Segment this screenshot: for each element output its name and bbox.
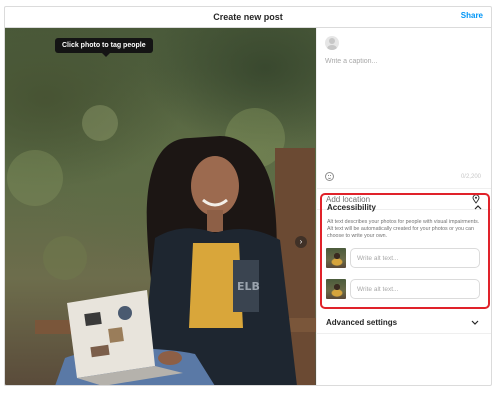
- accessibility-description: Alt text describes your photos for peopl…: [327, 219, 480, 239]
- modal-body: ELB Click photo to tag people › 0/2,20: [5, 28, 491, 385]
- emoji-icon[interactable]: [325, 172, 334, 181]
- post-photo[interactable]: ELB Click photo to tag people ›: [5, 28, 316, 385]
- alt-text-row: [326, 278, 480, 300]
- alt-text-input[interactable]: [350, 279, 480, 299]
- advanced-settings-row[interactable]: Advanced settings: [317, 312, 491, 334]
- photo-thumbnail: [326, 248, 346, 268]
- modal-header: Create new post Share: [5, 7, 491, 28]
- photo-thumbnail: [326, 279, 346, 299]
- chevron-down-icon: [471, 320, 479, 325]
- alt-text-row: [326, 247, 480, 269]
- accessibility-title: Accessibility: [327, 202, 376, 212]
- advanced-settings-label: Advanced settings: [326, 318, 398, 327]
- create-post-modal: Create new post Share ELB Click photo to…: [4, 6, 492, 386]
- next-arrow-icon[interactable]: ›: [295, 236, 307, 248]
- modal-title: Create new post: [213, 12, 283, 22]
- alt-text-input[interactable]: [350, 248, 480, 268]
- accessibility-header[interactable]: Accessibility: [327, 201, 482, 213]
- post-details-panel: 0/2,200 Add location Accessibility Alt t…: [316, 28, 491, 385]
- share-button[interactable]: Share: [461, 11, 483, 20]
- accessibility-section: Accessibility Alt text describes your ph…: [320, 193, 490, 309]
- photo-illustration: ELB: [7, 105, 316, 385]
- svg-text:ELB: ELB: [237, 280, 260, 293]
- chevron-up-icon: [474, 205, 482, 210]
- avatar: [325, 36, 339, 50]
- caption-input[interactable]: [325, 58, 485, 168]
- tag-people-tooltip: Click photo to tag people: [55, 38, 153, 57]
- caption-char-count: 0/2,200: [460, 174, 481, 180]
